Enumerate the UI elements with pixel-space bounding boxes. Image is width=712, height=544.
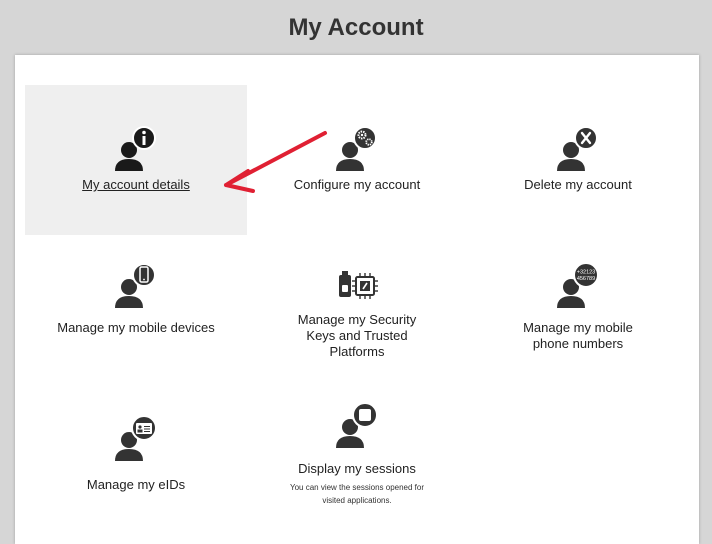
tile-description: You can view the sessions opened for vis…	[246, 481, 468, 507]
tile-label[interactable]: Manage my eIDs	[25, 477, 247, 493]
phone-number-line-1: +32123	[577, 270, 596, 276]
red-arrow-annotation	[224, 131, 327, 193]
person-id-card-icon	[25, 413, 247, 463]
tile-label-text: Manage my mobile phone numbers	[523, 320, 633, 351]
tile-label[interactable]: Manage my Security Keys and Trusted Plat…	[246, 312, 468, 360]
tile-manage-security-keys[interactable]: Manage my Security Keys and Trusted Plat…	[246, 250, 468, 370]
tile-description-text: You can view the sessions opened for vis…	[289, 483, 424, 505]
account-options-card: My account details Configure my account	[15, 55, 699, 544]
tile-label[interactable]: Manage my mobile phone numbers	[467, 320, 689, 352]
tile-manage-mobile-devices[interactable]: Manage my mobile devices	[25, 250, 247, 370]
tile-my-account-details[interactable]: My account details	[25, 85, 247, 235]
tile-label-text: Manage my Security Keys and Trusted Plat…	[297, 312, 417, 359]
tile-label[interactable]: Display my sessions	[246, 461, 468, 477]
tile-manage-phone-numbers[interactable]: +32123 456789 Manage my mobile phone num…	[467, 250, 689, 370]
person-x-icon	[467, 123, 689, 173]
tile-delete-my-account[interactable]: Delete my account	[467, 85, 689, 235]
person-info-icon	[25, 123, 247, 173]
tile-label[interactable]: Manage my mobile devices	[25, 320, 247, 336]
person-mobile-icon	[25, 260, 247, 310]
tile-label[interactable]: Delete my account	[467, 177, 689, 193]
person-phone-number-icon: +32123 456789	[467, 260, 689, 310]
person-session-icon	[246, 400, 468, 450]
page-title: My Account	[288, 14, 424, 41]
phone-number-line-2: 456789	[577, 276, 595, 282]
security-key-chip-icon	[246, 260, 468, 310]
tile-manage-eids[interactable]: Manage my eIDs	[25, 385, 247, 525]
tile-label[interactable]: My account details	[25, 177, 247, 193]
tile-display-sessions[interactable]: Display my sessions You can view the ses…	[246, 385, 468, 525]
